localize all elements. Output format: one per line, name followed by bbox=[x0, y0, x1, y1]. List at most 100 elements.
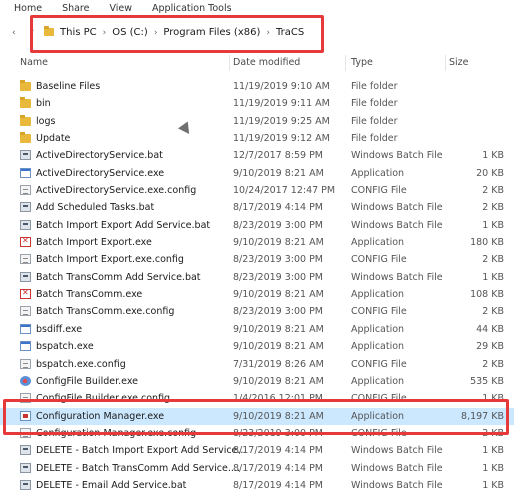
folder-icon bbox=[20, 97, 31, 109]
file-date-modified: 8/23/2019 3:00 PM bbox=[233, 254, 324, 266]
file-type: CONFIG File bbox=[351, 427, 407, 439]
tab-application-tools[interactable]: Application Tools bbox=[142, 0, 242, 16]
file-size: 1 KB bbox=[482, 445, 504, 457]
file-date-modified: 7/31/2019 8:26 AM bbox=[233, 358, 324, 370]
file-row[interactable]: Configuration Manager.exe 9/10/2019 8:21 … bbox=[0, 407, 514, 425]
column-date-modified[interactable]: Date modified bbox=[233, 57, 300, 68]
file-row[interactable]: DELETE - Batch TransComm Add Service....… bbox=[0, 460, 514, 477]
file-name: ConfigFile Builder.exe.config bbox=[36, 393, 171, 405]
file-row[interactable]: DELETE - Batch Import Export Add Service… bbox=[0, 442, 514, 459]
breadcrumb-separator-icon[interactable]: › bbox=[154, 28, 158, 38]
file-row[interactable]: Batch TransComm.exe 9/10/2019 8:21 AM Appl… bbox=[0, 286, 514, 303]
column-name[interactable]: Name bbox=[20, 57, 48, 68]
tab-view[interactable]: View bbox=[99, 0, 142, 16]
file-row[interactable]: Batch TransComm Add Service.bat 8/23/2019… bbox=[0, 269, 514, 286]
file-list: Baseline Files 11/19/2019 9:10 AM File fol… bbox=[0, 78, 514, 494]
file-name: bsdiff.exe bbox=[36, 323, 83, 335]
tab-share[interactable]: Share bbox=[52, 0, 99, 16]
file-row[interactable]: ActiveDirectoryService.exe.config 10/24/2… bbox=[0, 182, 514, 199]
folder-icon bbox=[44, 26, 54, 36]
file-type: Windows Batch File bbox=[351, 271, 443, 283]
file-row[interactable]: bspatch.exe 9/10/2019 8:21 AM Application 2… bbox=[0, 338, 514, 355]
file-name: Batch Import Export.exe.config bbox=[36, 254, 184, 266]
file-row[interactable]: bsdiff.exe 9/10/2019 8:21 AM Application 44… bbox=[0, 321, 514, 338]
file-date-modified: 8/23/2019 3:00 PM bbox=[233, 271, 324, 283]
file-size: 2 KB bbox=[482, 427, 504, 439]
breadcrumb[interactable]: This PC › OS (C:) › Program Files (x86) … bbox=[60, 27, 304, 38]
file-row[interactable]: bin 11/19/2019 9:11 AM File folder bbox=[0, 95, 514, 112]
file-row[interactable]: ConfigFile Builder.exe.config 1/4/2016 12… bbox=[0, 390, 514, 407]
file-name: Batch TransComm Add Service.bat bbox=[36, 271, 201, 283]
file-type: CONFIG File bbox=[351, 185, 407, 197]
file-row[interactable]: Batch Import Export Add Service.bat 8/23/… bbox=[0, 217, 514, 234]
file-row[interactable]: ConfigFile Builder.exe 9/10/2019 8:21 AM A… bbox=[0, 373, 514, 390]
file-name: Batch Import Export Add Service.bat bbox=[36, 219, 211, 231]
file-size: 108 KB bbox=[470, 289, 504, 301]
file-row[interactable]: Batch Import Export.exe.config 8/23/2019 … bbox=[0, 251, 514, 268]
file-name: Configuration Manager.exe bbox=[36, 410, 165, 422]
file-row[interactable]: Configuration Manager.exe.config 8/23/201… bbox=[0, 425, 514, 442]
file-name: Add Scheduled Tasks.bat bbox=[36, 202, 155, 214]
breadcrumb-this-pc[interactable]: This PC bbox=[60, 27, 97, 38]
file-date-modified: 9/10/2019 8:21 AM bbox=[233, 410, 324, 422]
breadcrumb-os-c[interactable]: OS (C:) bbox=[112, 27, 148, 38]
batch-file-icon bbox=[20, 445, 31, 456]
tab-home[interactable]: Home bbox=[0, 0, 52, 16]
file-date-modified: 9/10/2019 8:21 AM bbox=[233, 323, 324, 335]
file-date-modified: 10/24/2017 12:47 PM bbox=[233, 185, 336, 197]
file-name: logs bbox=[36, 115, 56, 127]
column-divider[interactable] bbox=[445, 55, 446, 71]
file-name: ConfigFile Builder.exe bbox=[36, 375, 138, 387]
file-row[interactable]: ActiveDirectoryService.exe 9/10/2019 8:21… bbox=[0, 165, 514, 182]
file-row[interactable]: DELETE - Email Add Service.bat 8/17/2019 … bbox=[0, 477, 514, 494]
column-header: Name Date modified Type Size bbox=[0, 55, 514, 71]
column-size[interactable]: Size bbox=[449, 57, 469, 68]
folder-icon bbox=[20, 132, 31, 144]
file-size: 1 KB bbox=[482, 479, 504, 491]
file-date-modified: 8/23/2019 3:00 PM bbox=[233, 306, 324, 318]
column-divider[interactable] bbox=[345, 55, 346, 71]
file-row[interactable]: Batch TransComm.exe.config 8/23/2019 3:00… bbox=[0, 303, 514, 320]
breadcrumb-separator-icon[interactable]: › bbox=[103, 28, 107, 38]
file-name: bspatch.exe.config bbox=[36, 358, 126, 370]
breadcrumb-separator-icon[interactable]: › bbox=[266, 28, 270, 38]
file-date-modified: 8/17/2019 4:14 PM bbox=[233, 202, 324, 214]
file-type: Windows Batch File bbox=[351, 445, 443, 457]
file-type: File folder bbox=[351, 98, 398, 110]
batch-file-icon bbox=[20, 150, 31, 161]
file-name: DELETE - Email Add Service.bat bbox=[36, 479, 187, 491]
breadcrumb-program-files[interactable]: Program Files (x86) bbox=[163, 27, 260, 38]
file-row[interactable]: ActiveDirectoryService.bat 12/7/2017 8:59… bbox=[0, 147, 514, 164]
column-divider[interactable] bbox=[229, 55, 230, 71]
file-type: Application bbox=[351, 323, 405, 335]
file-date-modified: 11/19/2019 9:12 AM bbox=[233, 133, 330, 145]
file-name: ActiveDirectoryService.exe.config bbox=[36, 185, 197, 197]
file-type: CONFIG File bbox=[351, 393, 407, 405]
file-type: File folder bbox=[351, 133, 398, 145]
column-type[interactable]: Type bbox=[351, 57, 373, 68]
file-row[interactable]: bspatch.exe.config 7/31/2019 8:26 AM CONFI… bbox=[0, 356, 514, 373]
file-size: 2 KB bbox=[482, 185, 504, 197]
file-row[interactable]: Update 11/19/2019 9:12 AM File folder bbox=[0, 130, 514, 147]
file-type: Application bbox=[351, 289, 405, 301]
file-type: Windows Batch File bbox=[351, 202, 443, 214]
back-icon[interactable]: ‹ bbox=[12, 28, 16, 38]
breadcrumb-tracs[interactable]: TraCS bbox=[276, 27, 304, 38]
file-date-modified: 8/23/2019 3:00 PM bbox=[233, 427, 324, 439]
config-file-icon bbox=[20, 306, 31, 317]
file-size: 8,197 KB bbox=[461, 410, 504, 422]
up-arrow-icon[interactable]: ↑ bbox=[28, 28, 36, 38]
file-type: CONFIG File bbox=[351, 358, 407, 370]
file-name: Baseline Files bbox=[36, 81, 101, 92]
file-row[interactable]: logs 11/19/2019 9:25 AM File folder bbox=[0, 113, 514, 130]
batch-file-icon bbox=[20, 271, 31, 282]
file-size: 29 KB bbox=[476, 341, 504, 353]
file-row[interactable]: Baseline Files 11/19/2019 9:10 AM File fol… bbox=[0, 78, 514, 95]
file-row[interactable]: Batch Import Export.exe 9/10/2019 8:21 AM… bbox=[0, 234, 514, 251]
file-type: CONFIG File bbox=[351, 306, 407, 318]
file-row[interactable]: Add Scheduled Tasks.bat 8/17/2019 4:14 PM… bbox=[0, 199, 514, 216]
file-date-modified: 1/4/2016 12:01 PM bbox=[233, 393, 324, 405]
config-file-icon bbox=[20, 427, 31, 438]
file-date-modified: 8/17/2019 4:14 PM bbox=[233, 445, 324, 457]
file-type: Application bbox=[351, 375, 405, 387]
